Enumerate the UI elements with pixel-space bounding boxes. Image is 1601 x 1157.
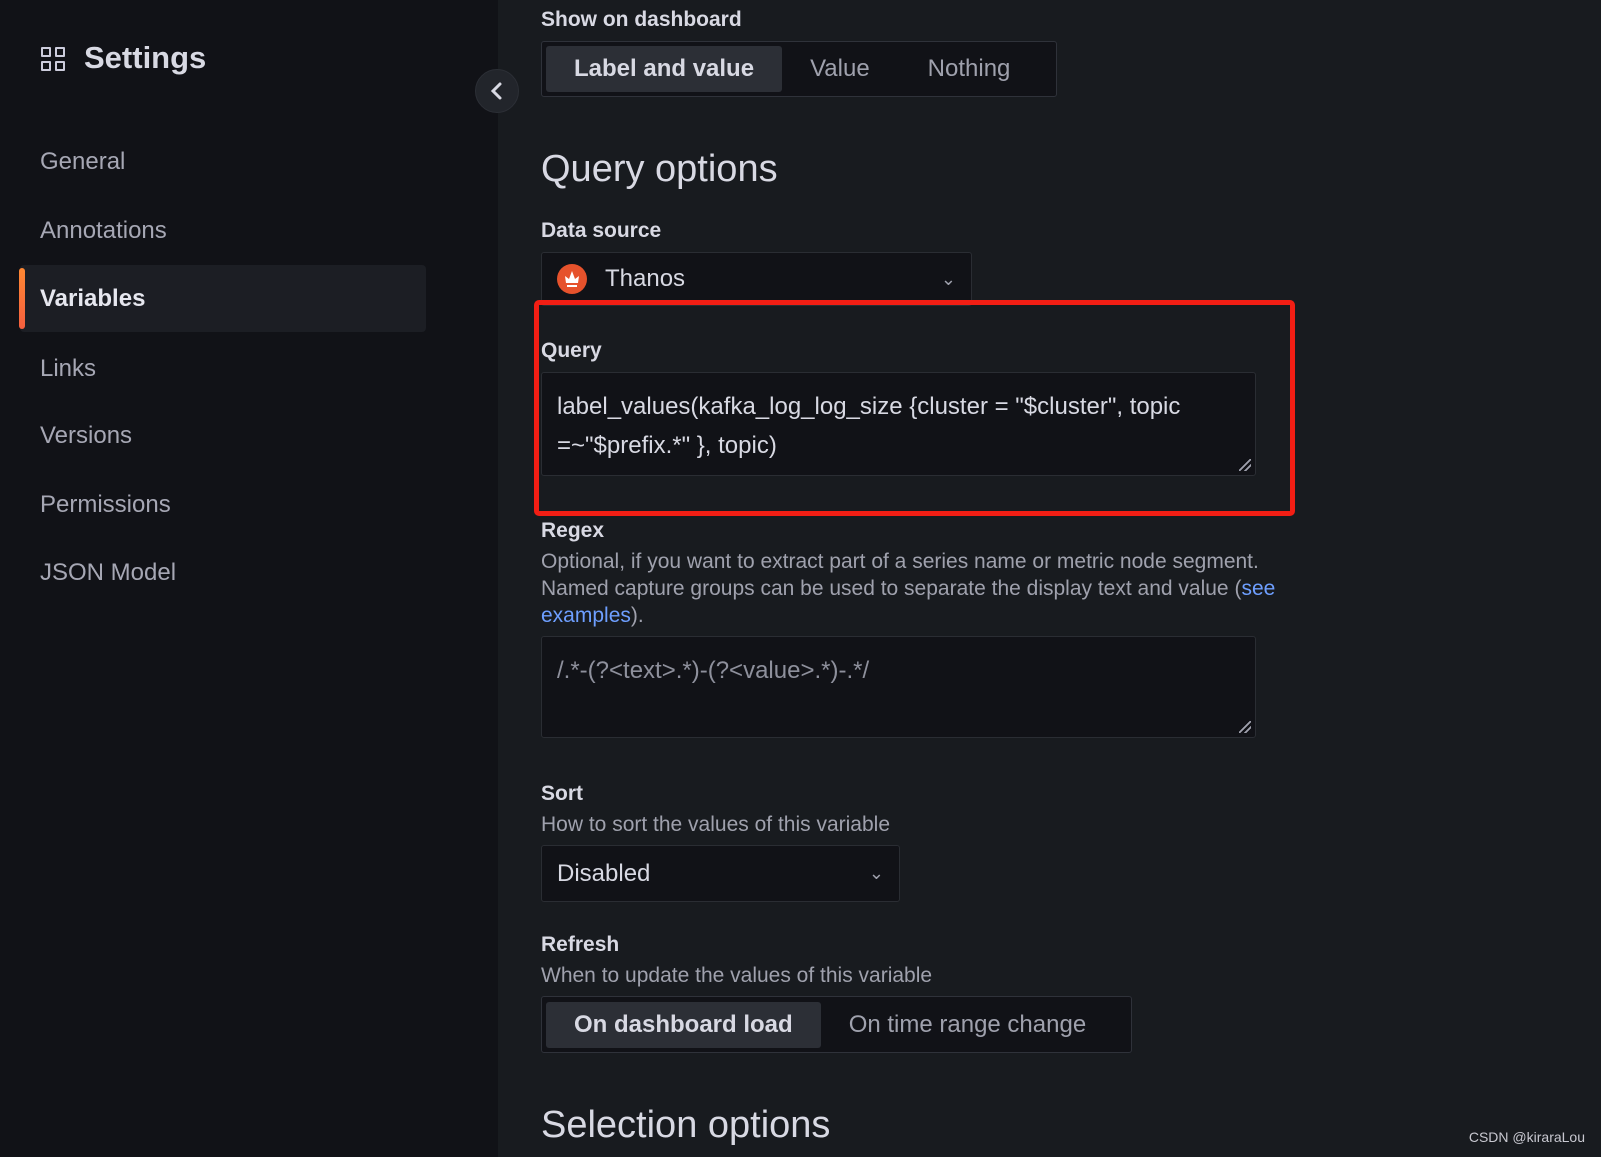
sidebar-item-versions[interactable]: Versions: [40, 422, 132, 450]
option-label-and-value[interactable]: Label and value: [546, 46, 783, 92]
option-value[interactable]: Value: [782, 46, 898, 92]
option-on-dashboard-load[interactable]: On dashboard load: [546, 1001, 821, 1048]
sidebar-item-json-model[interactable]: JSON Model: [40, 559, 176, 587]
active-indicator: [19, 268, 25, 329]
regex-placeholder: /.*-(?<text>.*)-(?<value>.*)-.*/: [557, 657, 870, 684]
chevron-down-icon: ⌄: [868, 863, 884, 883]
prometheus-icon: [557, 264, 587, 294]
sort-select[interactable]: Disabled ⌄: [541, 845, 900, 902]
option-nothing[interactable]: Nothing: [898, 46, 1011, 92]
data-source-label: Data source: [541, 219, 662, 242]
refresh-description: When to update the values of this variab…: [541, 964, 933, 987]
refresh-label: Refresh: [541, 933, 620, 956]
watermark-text: CSDN @kiraraLou: [1468, 1129, 1585, 1145]
sidebar-item-general[interactable]: General: [40, 148, 125, 176]
regex-description: Optional, if you want to extract part of…: [541, 548, 1331, 629]
data-source-value: Thanos: [605, 265, 686, 292]
show-on-dashboard-label: Show on dashboard: [541, 8, 742, 31]
regex-textarea[interactable]: /.*-(?<text>.*)-(?<value>.*)-.*/: [541, 636, 1256, 738]
apps-grid-icon: [41, 47, 67, 73]
sidebar-item-annotations[interactable]: Annotations: [40, 217, 167, 245]
refresh-radio: On dashboard load On time range change: [541, 996, 1132, 1053]
regex-description-suffix: ).: [630, 604, 644, 627]
chevron-left-icon: [490, 82, 502, 100]
highlight-box: [534, 300, 1295, 516]
chevron-down-icon: ⌄: [940, 268, 956, 289]
selection-options-heading: Selection options: [541, 1104, 831, 1146]
sort-value: Disabled: [557, 859, 651, 887]
sidebar-title: Settings: [84, 40, 207, 75]
sidebar-item-links[interactable]: Links: [40, 355, 96, 383]
show-on-dashboard-radio: Label and value Value Nothing: [541, 41, 1057, 97]
data-source-select[interactable]: Thanos ⌄: [541, 252, 972, 306]
option-on-time-range-change[interactable]: On time range change: [821, 1002, 1114, 1048]
sort-label: Sort: [541, 782, 583, 805]
sidebar-item-permissions[interactable]: Permissions: [40, 491, 171, 519]
sidebar-item-variables[interactable]: Variables: [40, 285, 145, 313]
settings-sidebar: Settings General Annotations Variables L…: [0, 0, 498, 1157]
sort-description: How to sort the values of this variable: [541, 813, 891, 836]
resize-handle-icon[interactable]: [1239, 721, 1251, 733]
query-options-heading: Query options: [541, 148, 778, 190]
regex-description-text: Optional, if you want to extract part of…: [541, 550, 1259, 600]
regex-label: Regex: [541, 519, 605, 542]
collapse-sidebar-button[interactable]: [475, 69, 519, 113]
